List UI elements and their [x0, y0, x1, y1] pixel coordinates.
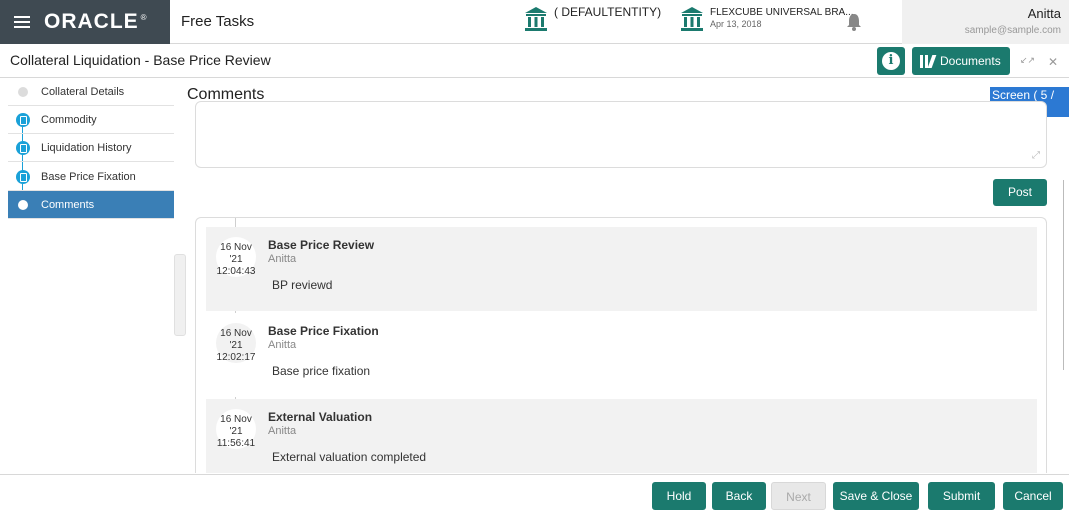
- app-title[interactable]: Free Tasks: [181, 13, 254, 30]
- oracle-logo: ORACLE: [44, 10, 139, 33]
- documents-icon: [920, 54, 937, 68]
- back-button[interactable]: Back: [712, 482, 766, 510]
- comment-textarea[interactable]: ⤢: [195, 101, 1047, 168]
- step-pending-icon: [18, 87, 28, 97]
- step-active-icon: [18, 200, 28, 210]
- bank-icon: [681, 7, 703, 31]
- post-button[interactable]: Post: [993, 179, 1047, 206]
- comments-timeline: 16 Nov '21 12:04:43 Base Price Review An…: [195, 217, 1047, 473]
- sidebar-scrollbar[interactable]: [174, 254, 186, 336]
- comment-title: External Valuation: [268, 410, 373, 424]
- minimize-icon[interactable]: ↙↗: [1020, 55, 1035, 66]
- entity-selector[interactable]: ( DEFAULTENTITY): [524, 6, 661, 32]
- comment-time: 12:02:17: [216, 352, 256, 363]
- step-sidebar: Collateral Details Commodity Liquidation…: [8, 78, 174, 473]
- comment-time: 11:56:41: [216, 438, 256, 449]
- action-footer: Hold Back Next Save & Close Submit Cance…: [0, 474, 1069, 510]
- hamburger-icon[interactable]: [14, 16, 30, 28]
- comment-text: External valuation completed: [272, 450, 427, 464]
- sidebar-item-label: Base Price Fixation: [41, 170, 136, 183]
- comment-card: 16 Nov '21 12:04:43 Base Price Review An…: [206, 227, 1037, 311]
- comment-day: 16 Nov: [220, 414, 252, 425]
- sidebar-item-label: Comments: [41, 198, 95, 211]
- sidebar-item-label: Liquidation History: [41, 141, 132, 154]
- expand-icon[interactable]: ⤢: [1032, 150, 1040, 161]
- comment-author: Anitta: [268, 339, 297, 351]
- sidebar-item-comments[interactable]: Comments: [8, 191, 174, 219]
- step-done-icon: [16, 113, 30, 127]
- sidebar-item-label: Commodity: [41, 113, 97, 126]
- comment-year: '21: [229, 426, 243, 437]
- documents-label: Documents: [940, 54, 1001, 68]
- save-close-button[interactable]: Save & Close: [833, 482, 919, 510]
- comment-text: Base price fixation: [272, 364, 371, 378]
- sidebar-item-commodity[interactable]: Commodity: [8, 106, 174, 134]
- page-title: Collateral Liquidation - Base Price Revi…: [10, 52, 271, 68]
- branch-selector[interactable]: FLEXCUBE UNIVERSAL BRA... Apr 13, 2018: [680, 6, 854, 32]
- title-bar: Collateral Liquidation - Base Price Revi…: [0, 44, 1069, 78]
- info-icon: i: [882, 52, 900, 70]
- comment-author: Anitta: [268, 425, 297, 437]
- comment-author: Anitta: [268, 253, 297, 265]
- info-button[interactable]: i: [877, 47, 905, 75]
- comment-title: Base Price Fixation: [268, 324, 379, 338]
- documents-button[interactable]: Documents: [912, 47, 1010, 75]
- comment-day: 16 Nov: [220, 242, 252, 253]
- step-done-icon: [16, 141, 30, 155]
- comment-day: 16 Nov: [220, 328, 252, 339]
- comment-date-badge: 16 Nov '21 12:02:17: [216, 323, 256, 363]
- sidebar-item-label: Collateral Details: [41, 85, 125, 98]
- sidebar-item-base-price-fixation[interactable]: Base Price Fixation: [8, 163, 174, 191]
- brand-area: ORACLE ®: [0, 0, 170, 44]
- comment-date-badge: 16 Nov '21 12:04:43: [216, 237, 256, 277]
- user-name: Anitta: [1027, 6, 1061, 21]
- bell-icon[interactable]: [846, 13, 862, 31]
- sidebar-item-liquidation-history[interactable]: Liquidation History: [8, 134, 174, 162]
- comment-card: 16 Nov '21 12:02:17 Base Price Fixation …: [206, 313, 1037, 397]
- comment-year: '21: [229, 254, 243, 265]
- next-button[interactable]: Next: [771, 482, 826, 510]
- step-done-icon: [16, 170, 30, 184]
- branch-name: FLEXCUBE UNIVERSAL BRA...: [710, 7, 854, 18]
- branch-info: FLEXCUBE UNIVERSAL BRA... Apr 13, 2018: [710, 6, 854, 29]
- comment-card: 16 Nov '21 11:56:41 External Valuation A…: [206, 399, 1037, 473]
- close-icon[interactable]: ✕: [1048, 55, 1058, 69]
- hold-button[interactable]: Hold: [652, 482, 706, 510]
- sidebar-item-collateral-details[interactable]: Collateral Details: [8, 78, 174, 106]
- logo-registered-mark: ®: [140, 12, 147, 22]
- user-email: sample@sample.com: [964, 25, 1061, 36]
- comment-year: '21: [229, 340, 243, 351]
- main-scrollbar[interactable]: [1063, 180, 1064, 370]
- top-header: ORACLE ® Free Tasks ( DEFAULTENTITY) FLE…: [0, 0, 1069, 44]
- comment-time: 12:04:43: [216, 266, 256, 277]
- cancel-button[interactable]: Cancel: [1003, 482, 1063, 510]
- comment-title: Base Price Review: [268, 238, 375, 252]
- bank-icon: [525, 7, 547, 31]
- entity-name: ( DEFAULTENTITY): [554, 5, 662, 19]
- user-menu[interactable]: Anitta sample@sample.com: [902, 0, 1069, 44]
- branch-date: Apr 13, 2018: [710, 19, 762, 29]
- comment-text: BP reviewd: [272, 278, 333, 292]
- comment-date-badge: 16 Nov '21 11:56:41: [216, 409, 256, 449]
- submit-button[interactable]: Submit: [928, 482, 995, 510]
